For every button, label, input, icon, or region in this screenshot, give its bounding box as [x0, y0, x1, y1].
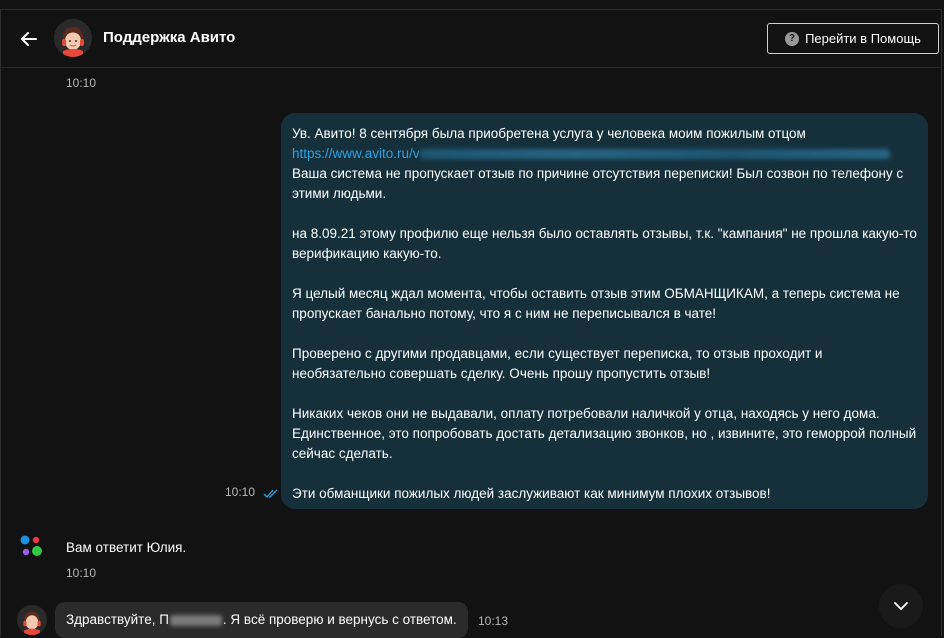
question-circle-icon: ?	[785, 31, 800, 46]
outgoing-message-bubble: Ув. Авито! 8 сентября была приобретена у…	[281, 113, 928, 509]
message-paragraph: Проверено с другими продавцами, если сущ…	[292, 346, 823, 381]
chat-title: Поддержка Авито	[103, 29, 236, 46]
chevron-down-icon	[894, 602, 908, 610]
redacted-name-blur	[169, 614, 222, 626]
go-to-help-button[interactable]: ? Перейти в Помощь	[767, 23, 939, 54]
go-to-help-label: Перейти в Помощь	[805, 31, 921, 46]
message-paragraph: на 8.09.21 этому профилю еще нельзя было…	[292, 226, 917, 261]
incoming-message-bubble: Здравствуйте, П . Я всё проверю и вернусь…	[55, 602, 468, 638]
chat-window: Поддержка Авито ? Перейти в Помощь 10:10…	[0, 9, 942, 638]
double-check-icon	[263, 489, 278, 498]
message-time: 10:10	[66, 76, 97, 90]
message-text-line: Ув. Авито! 8 сентября была приобретена у…	[292, 126, 806, 141]
system-message-time: 10:10	[66, 566, 97, 580]
message-paragraph: Никаких чеков они не выдавали, оплату по…	[292, 406, 917, 461]
redacted-link-blur	[419, 149, 890, 160]
back-button[interactable]	[17, 27, 41, 51]
incoming-message-time: 10:13	[478, 614, 509, 628]
incoming-text-end: . Я всё проверю и вернусь с ответом.	[222, 612, 457, 627]
operator-avatar-icon	[17, 605, 47, 635]
avito-dots-icon	[20, 535, 42, 556]
system-message: Вам ответит Юлия.	[66, 540, 187, 555]
message-paragraph: Я целый месяц ждал момента, чтобы остави…	[292, 286, 900, 321]
operator-avatar	[17, 605, 47, 635]
incoming-text-start: Здравствуйте, П	[66, 612, 169, 627]
scroll-to-bottom-button[interactable]	[879, 584, 923, 628]
support-avatar-icon	[54, 19, 92, 57]
support-avatar[interactable]	[54, 19, 92, 57]
chat-header: Поддержка Авито ? Перейти в Помощь	[1, 10, 941, 68]
message-paragraph: Эти обманщики пожилых людей заслуживают …	[292, 486, 771, 501]
outgoing-message-time: 10:10	[225, 485, 256, 499]
arrow-left-icon	[21, 32, 37, 46]
listing-link[interactable]: https://www.avito.ru/v	[292, 146, 420, 161]
message-text-line: Ваша система не пропускает отзыв по прич…	[292, 166, 904, 201]
